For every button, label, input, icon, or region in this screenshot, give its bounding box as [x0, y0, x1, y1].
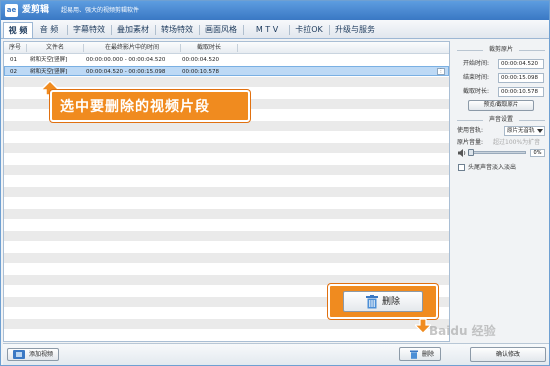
- table-row-selected[interactable]: 02 树和天空[竖屏] 00:00:04.520 - 00:00:15.098 …: [4, 66, 449, 76]
- add-video-button[interactable]: 添加视频: [7, 348, 59, 361]
- tab-subtitle-effects[interactable]: 字幕特效: [69, 22, 109, 38]
- column-header-duration: 截取时长: [196, 44, 221, 51]
- clip-duration-label: 截取时长:: [463, 88, 490, 95]
- audio-track-label: 使用音轨:: [457, 127, 484, 134]
- column-header-time-range: 在最终影片中的时间: [104, 44, 159, 51]
- clip-section-title: 裁剪原片: [453, 45, 549, 55]
- delete-button-label: 删除: [422, 351, 435, 358]
- empty-row: [4, 143, 449, 153]
- watermark: Baidu 经验: [429, 324, 496, 338]
- tab-separator: [111, 25, 112, 35]
- fade-in-out-label: 头尾声音淡入淡出: [468, 164, 517, 171]
- column-header-filename: 文件名: [45, 44, 64, 51]
- clip-duration-field[interactable]: 00:00:10.578: [498, 87, 544, 97]
- row-filename: 树和天空[竖屏]: [30, 69, 68, 75]
- row-duration: 00:00:04.520: [182, 57, 219, 63]
- row-time-range: 00:00:00.000 - 00:00:04.520: [86, 57, 166, 63]
- chevron-down-icon: [537, 129, 543, 133]
- empty-row: [4, 264, 449, 274]
- empty-row: [4, 242, 449, 252]
- volume-value-field[interactable]: 0%: [530, 149, 545, 157]
- app-logo-icon: ae: [5, 4, 18, 17]
- row-filename: 树和天空[竖屏]: [30, 57, 68, 63]
- audio-track-select[interactable]: 原片无音轨: [504, 126, 545, 136]
- delete-button-callout: 删除: [328, 284, 438, 319]
- empty-row: [4, 330, 449, 340]
- empty-row: [4, 187, 449, 197]
- end-time-label: 结束时间:: [463, 74, 490, 81]
- end-time-field[interactable]: 00:00:15.098: [498, 73, 544, 83]
- column-divider: [237, 44, 238, 52]
- speaker-icon[interactable]: [458, 149, 467, 157]
- empty-row: [4, 77, 449, 87]
- bottom-toolbar: 添加视频 删除 确认修改: [3, 343, 549, 365]
- instruction-callout: 选中要删除的视频片段: [50, 90, 250, 122]
- empty-row: [4, 209, 449, 219]
- row-more-icon[interactable]: ⋮: [437, 68, 445, 75]
- title-bar: ae 爱剪辑 超易用、强大的视频剪辑软件: [1, 1, 549, 20]
- tab-separator: [243, 25, 244, 35]
- empty-row: [4, 253, 449, 263]
- clip-settings-panel: 裁剪原片 开始时间: 00:00:04.520 结束时间: 00:00:15.0…: [453, 41, 549, 342]
- volume-hint: 超过100%为扩音: [493, 139, 541, 146]
- column-header-index: 序号: [8, 44, 21, 51]
- row-duration: 00:00:10.578: [182, 69, 219, 75]
- empty-row: [4, 198, 449, 208]
- callout-text: 选中要删除的视频片段: [60, 99, 210, 115]
- empty-row: [4, 154, 449, 164]
- empty-row: [4, 341, 449, 342]
- tab-upgrade-service[interactable]: 升级与服务: [331, 22, 379, 38]
- fade-in-out-checkbox[interactable]: [458, 164, 465, 171]
- tab-video[interactable]: 视 频: [3, 22, 33, 38]
- app-title: 爱剪辑: [22, 5, 50, 15]
- trash-icon: [410, 350, 418, 359]
- tab-separator: [155, 25, 156, 35]
- empty-row: [4, 121, 449, 131]
- empty-row: [4, 132, 449, 142]
- trash-icon: [366, 295, 378, 309]
- preview-clip-button[interactable]: 预览/截取原片: [468, 100, 534, 111]
- film-icon: [13, 350, 25, 359]
- tab-mtv[interactable]: M T V: [247, 22, 287, 38]
- row-index: 01: [10, 57, 17, 63]
- empty-row: [4, 231, 449, 241]
- tab-transition-effects[interactable]: 转场特效: [157, 22, 197, 38]
- tab-separator: [199, 25, 200, 35]
- main-tab-bar: 视 频 音 频 字幕特效 叠加素材 转场特效 画面风格 M T V 卡拉OK 升…: [1, 20, 549, 39]
- tab-separator: [67, 25, 68, 35]
- empty-row: [4, 220, 449, 230]
- table-row[interactable]: 01 树和天空[竖屏] 00:00:00.000 - 00:00:04.520 …: [4, 55, 449, 65]
- tab-picture-style[interactable]: 画面风格: [201, 22, 241, 38]
- app-window: ae 爱剪辑 超易用、强大的视频剪辑软件 视 频 音 频 字幕特效 叠加素材 转…: [0, 0, 550, 366]
- start-time-label: 开始时间:: [463, 60, 490, 67]
- tab-separator: [329, 25, 330, 35]
- list-header: 序号 文件名 在最终影片中的时间 截取时长: [4, 42, 449, 54]
- audio-track-value: 原片无音轨: [507, 128, 535, 134]
- delete-button-enlarged[interactable]: 删除: [343, 291, 423, 312]
- audio-section-title: 声音设置: [453, 115, 549, 125]
- tab-overlay-material[interactable]: 叠加素材: [113, 22, 153, 38]
- start-time-field[interactable]: 00:00:04.520: [498, 59, 544, 69]
- row-index: 02: [10, 69, 17, 75]
- tab-separator: [289, 25, 290, 35]
- delete-button-label: 删除: [382, 297, 401, 307]
- delete-button[interactable]: 删除: [399, 347, 441, 361]
- volume-label: 原片音量:: [457, 139, 484, 146]
- confirm-changes-button[interactable]: 确认修改: [470, 347, 546, 362]
- volume-slider-thumb[interactable]: [468, 149, 474, 156]
- empty-row: [4, 176, 449, 186]
- row-time-range: 00:00:04.520 - 00:00:15.098: [86, 69, 166, 75]
- volume-slider[interactable]: [468, 149, 526, 156]
- app-slogan: 超易用、强大的视频剪辑软件: [61, 7, 140, 14]
- empty-row: [4, 319, 449, 329]
- tab-karaoke[interactable]: 卡拉OK: [291, 22, 327, 38]
- add-video-label: 添加视频: [29, 351, 54, 358]
- tab-audio[interactable]: 音 频: [35, 22, 63, 38]
- empty-row: [4, 165, 449, 175]
